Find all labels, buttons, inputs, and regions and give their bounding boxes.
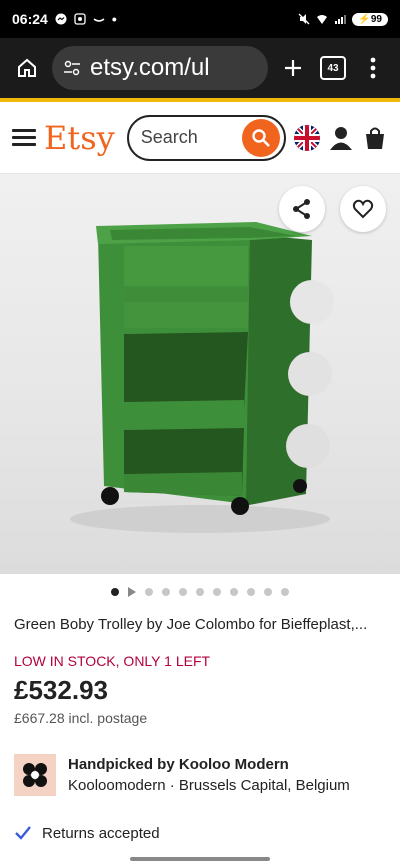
carousel-indicator [0,574,400,610]
tab-switcher-button[interactable]: 43 [318,53,348,83]
price-incl-postage: £667.28 incl. postage [14,710,148,726]
account-icon[interactable] [328,125,354,151]
amazon-icon [93,18,105,22]
wifi-icon [317,15,328,24]
gesture-bar[interactable] [130,857,270,861]
url-text: etsy.com/ul [90,54,210,81]
etsy-logo[interactable]: Etsy [44,119,115,157]
battery-indicator: ⚡99 [352,12,388,26]
shop-logo-icon [23,763,47,787]
carousel-video-icon[interactable] [128,587,136,597]
search-icon [252,128,270,147]
stock-status: LOW IN STOCK, ONLY 1 LEFT [14,653,211,669]
carousel-dot[interactable] [247,588,255,596]
favorite-button[interactable] [340,186,386,232]
hamburger-menu-icon[interactable] [12,129,36,146]
mute-icon [298,13,310,25]
tab-count: 43 [320,56,346,80]
shop-handpicked-label: Handpicked by Kooloo Modern [68,756,289,773]
cart-icon[interactable] [362,125,388,151]
browser-menu-button[interactable] [358,53,388,83]
share-button[interactable] [279,186,325,232]
shop-info[interactable]: Handpicked by Kooloo Modern Kooloomodern… [0,726,400,796]
carousel-dot[interactable] [145,588,153,596]
new-tab-button[interactable] [278,53,308,83]
carousel-dot[interactable] [230,588,238,596]
site-settings-icon[interactable] [62,58,82,78]
trolley-photo [70,222,334,533]
screen-record-icon [74,13,86,25]
listing-price: £532.93 [14,675,108,705]
carousel-dot[interactable] [213,588,221,596]
notification-dot-icon: • [111,11,117,27]
heart-icon [352,199,374,219]
carousel-dot[interactable] [179,588,187,596]
share-icon [293,199,310,219]
search-placeholder: Search [140,127,198,147]
signal-icon [335,15,347,24]
checkmark-icon [15,826,31,840]
shop-location: Kooloomodern · Brussels Capital, Belgium [68,777,350,794]
home-icon [18,58,36,77]
carousel-dot[interactable] [162,588,170,596]
carousel-dot[interactable] [281,588,289,596]
listing-title[interactable]: Green Boby Trolley by Joe Colombo for Bi… [0,610,400,633]
search-button[interactable] [242,118,280,157]
home-button[interactable] [12,53,42,83]
carousel-dot[interactable] [111,588,119,596]
address-bar[interactable]: etsy.com/ul [52,46,268,90]
messenger-icon [55,13,67,25]
clock: 06:24 [12,11,48,27]
plus-icon [285,60,301,76]
browser-toolbar: etsy.com/ul 43 [0,38,400,102]
search-box[interactable]: Search [126,114,286,161]
uk-flag-icon[interactable] [294,124,320,151]
status-bar: 06:24 • ⚡99 [0,0,400,38]
returns-label: Returns accepted [42,824,160,842]
returns-info: Returns accepted [0,796,400,842]
product-image[interactable] [0,174,400,574]
carousel-dot[interactable] [264,588,272,596]
more-vert-icon [370,57,376,79]
etsy-header: Etsy Search [0,102,400,174]
shop-avatar[interactable] [14,754,56,796]
battery-level: 99 [370,13,382,25]
carousel-dot[interactable] [196,588,204,596]
